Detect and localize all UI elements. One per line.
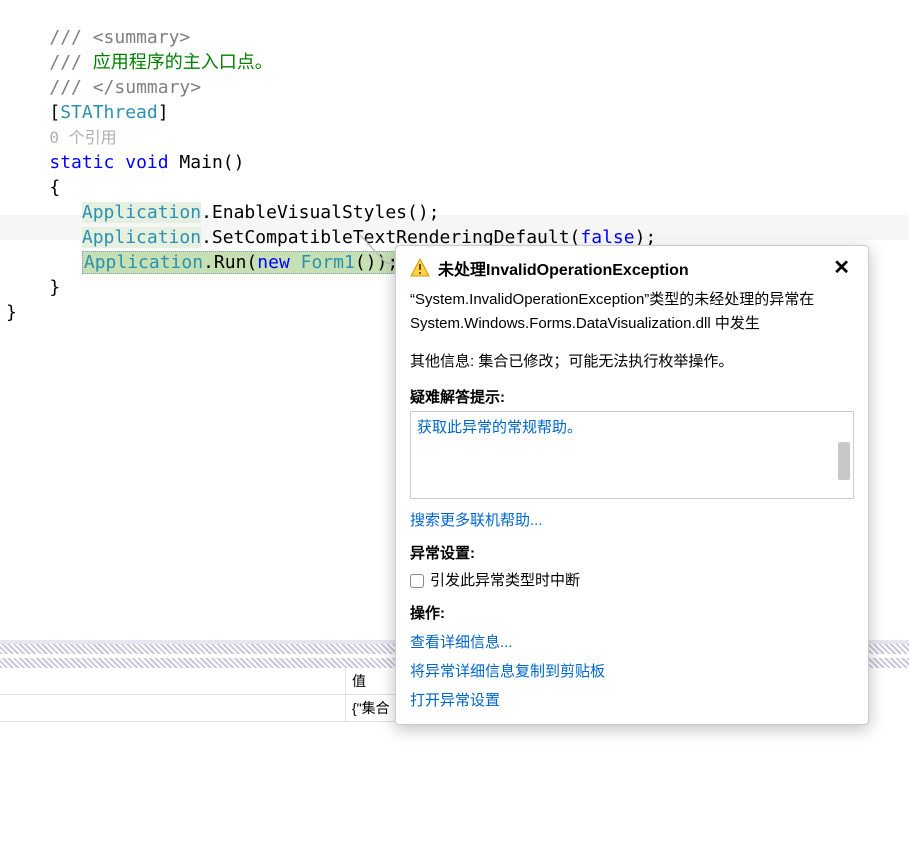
warning-icon (410, 258, 430, 278)
type-application: Application (82, 227, 201, 248)
code-line: /// 应用程序的主入口点。 (6, 52, 273, 73)
kw-void: void (125, 152, 168, 173)
kw-static: static (49, 152, 114, 173)
doc-slashes: /// (49, 27, 92, 48)
method-name: Main() (169, 152, 245, 173)
attr-bracket: [ (49, 102, 60, 123)
doc-summary-text: 应用程序的主入口点。 (93, 52, 273, 73)
actions-list: 查看详细信息... 将异常详细信息复制到剪贴板 打开异常设置 (410, 631, 854, 710)
close-icon[interactable]: ✕ (829, 259, 854, 277)
code-line: /// <summary> (6, 27, 190, 48)
codelens-refs[interactable]: 0 个引用 (6, 127, 117, 148)
code-line: static void Main() (6, 152, 244, 173)
break-on-type-row[interactable]: 引发此异常类型时中断 (410, 569, 854, 590)
brace: } (49, 277, 60, 298)
watch-name-cell[interactable] (0, 695, 346, 722)
method-call: EnableVisualStyles(); (212, 202, 440, 223)
actions-heading: 操作: (410, 602, 854, 623)
code-line: } (6, 277, 60, 298)
doc-tag: </summary> (93, 77, 201, 98)
code-line: } (6, 302, 17, 323)
troubleshoot-box[interactable]: 获取此异常的常规帮助。 (410, 411, 854, 499)
doc-tag: <summary> (93, 27, 191, 48)
current-exec-line[interactable]: Application.Run(new Form1()); (6, 252, 400, 273)
view-detail-link[interactable]: 查看详细信息... (410, 631, 854, 652)
exception-extra-info: 其他信息: 集合已修改；可能无法执行枚举操作。 (410, 350, 854, 374)
help-general-link[interactable]: 获取此异常的常规帮助。 (417, 419, 582, 436)
brace: } (6, 302, 17, 323)
code-line: [STAThread] (6, 102, 169, 123)
doc-slashes: /// (49, 52, 92, 73)
copy-to-clip-link[interactable]: 将异常详细信息复制到剪贴板 (410, 660, 854, 681)
type-application: Application (82, 202, 201, 223)
brace: { (49, 177, 60, 198)
dot: . (201, 202, 212, 223)
code-editor-pane[interactable]: /// <summary> /// 应用程序的主入口点。 /// </summa… (0, 0, 909, 843)
attr-name: STAThread (60, 102, 158, 123)
attr-bracket: ] (158, 102, 169, 123)
doc-slashes: /// (49, 77, 92, 98)
watch-name-cell[interactable] (0, 668, 346, 695)
code-line: { (6, 177, 60, 198)
method-call: Run( (214, 252, 257, 273)
code-line: Application.EnableVisualStyles(); (6, 202, 440, 223)
exception-settings-heading: 异常设置: (410, 542, 854, 563)
scrollbar-thumb[interactable] (838, 442, 850, 480)
dot: . (203, 252, 214, 273)
break-on-type-checkbox[interactable] (410, 574, 424, 588)
troubleshoot-heading: 疑难解答提示: (410, 386, 854, 407)
search-more-link[interactable]: 搜索更多联机帮助... (410, 512, 543, 529)
exception-popup[interactable]: 未处理InvalidOperationException ✕ “System.I… (395, 245, 869, 725)
ref-count[interactable]: 0 个引用 (49, 128, 116, 147)
kw-new: new (257, 252, 290, 273)
break-on-type-label: 引发此异常类型时中断 (430, 572, 580, 589)
code-line: /// </summary> (6, 77, 201, 98)
type-form1: Form1 (290, 252, 355, 273)
open-settings-link[interactable]: 打开异常设置 (410, 689, 854, 710)
type-application: Application (84, 252, 203, 273)
exception-title: 未处理InvalidOperationException (438, 256, 829, 280)
exception-message: “System.InvalidOperationException”类型的未经处… (410, 288, 854, 336)
dot: . (201, 227, 212, 248)
close-paren: ()); (355, 252, 398, 273)
exception-header: 未处理InvalidOperationException ✕ (410, 256, 854, 280)
